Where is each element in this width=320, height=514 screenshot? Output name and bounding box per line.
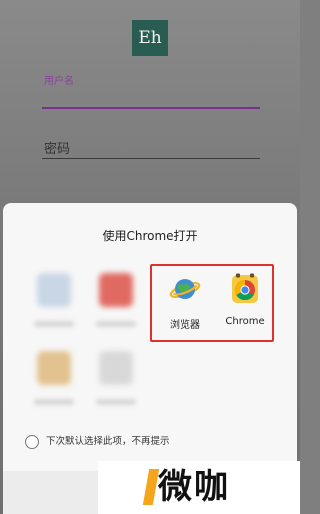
app-option-chrome[interactable]: Chrome	[217, 273, 273, 327]
blurred-app-icon[interactable]	[99, 273, 133, 307]
watermark-mark-icon	[142, 469, 160, 505]
blurred-app-label	[34, 321, 74, 327]
watermark-text: 微咖	[158, 467, 230, 507]
sheet-title: 使用Chrome打开	[102, 229, 198, 243]
app-logo: Eh	[132, 20, 168, 56]
globe-planet-icon	[169, 279, 201, 299]
blurred-app-icon[interactable]	[37, 351, 71, 385]
app-option-label: Chrome	[225, 316, 265, 327]
blurred-app-icon[interactable]	[99, 351, 133, 385]
blurred-app-label	[34, 399, 74, 405]
blurred-app-label	[96, 399, 136, 405]
password-underline	[42, 158, 260, 159]
blurred-app-icon[interactable]	[37, 273, 71, 307]
remember-radio[interactable]	[25, 435, 39, 449]
blurred-app-label	[96, 321, 136, 327]
app-option-label: 浏览器	[170, 320, 200, 331]
username-field[interactable]	[42, 107, 260, 109]
watermark-logo: 微咖	[98, 461, 300, 514]
chrome-icon	[232, 273, 258, 303]
remember-label: 下次默认选择此项，不再提示	[46, 436, 170, 447]
username-label: 用户名	[44, 76, 74, 87]
app-option-browser[interactable]: 浏览器	[157, 273, 213, 331]
password-field[interactable]: 密码	[44, 138, 70, 157]
